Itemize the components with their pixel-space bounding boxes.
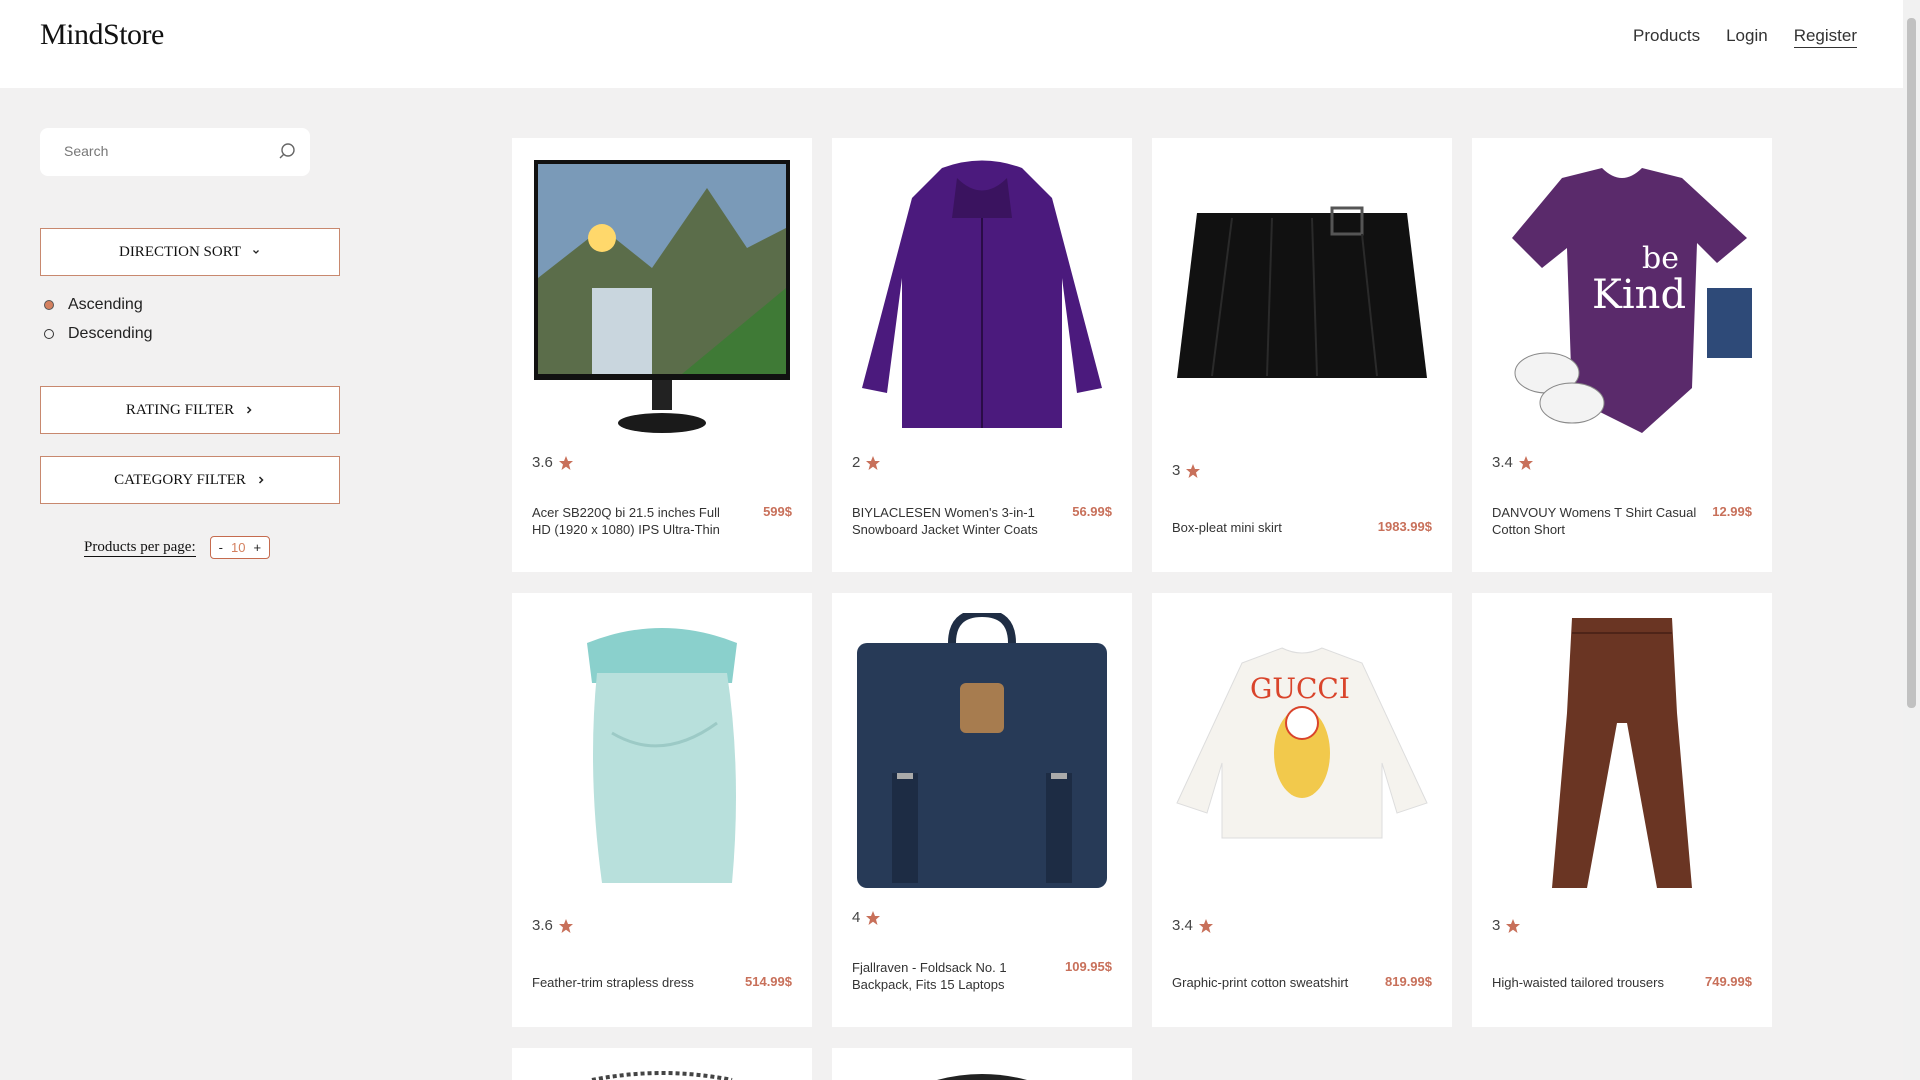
product-rating: 4	[852, 909, 881, 926]
svg-text:GUCCI: GUCCI	[1250, 672, 1350, 705]
product-rating: 3.6	[532, 917, 574, 934]
search-box	[40, 128, 310, 176]
header: MindStore Products Login Register	[0, 0, 1903, 88]
product-rating: 3.4	[1492, 454, 1534, 471]
chevron-right-icon	[258, 476, 264, 484]
store-logo[interactable]: MindStore	[40, 18, 164, 52]
product-rating: 2	[852, 454, 881, 471]
dress-product-image	[587, 628, 737, 883]
page-scrollbar[interactable]	[1903, 0, 1920, 1080]
product-card[interactable]	[512, 1048, 812, 1080]
product-card[interactable]: 4 Fjallraven - Foldsack No. 1 Backpack, …	[832, 593, 1132, 1027]
rating-value: 3	[1172, 462, 1181, 479]
jacket-product-image	[862, 160, 1102, 428]
main-nav: Products Login Register	[1633, 26, 1857, 48]
direction-sort-button[interactable]: DIRECTION SORT	[40, 228, 340, 276]
product-card[interactable]: 3 High-waisted tailored trousers 749.99$	[1472, 593, 1772, 1027]
backpack-product-image	[857, 613, 1107, 888]
nav-login-link[interactable]: Login	[1726, 26, 1768, 48]
product-name[interactable]: Feather-trim strapless dress	[532, 974, 737, 991]
star-icon	[1518, 455, 1533, 470]
rating-value: 2	[852, 454, 861, 471]
rating-value: 3.4	[1172, 917, 1193, 934]
svg-text:be: be	[1642, 241, 1679, 276]
chevron-right-icon	[247, 406, 252, 414]
direction-sort-label: DIRECTION SORT	[118, 243, 241, 260]
product-card[interactable]: 3.6 Feather-trim strapless dress 514.99$	[512, 593, 812, 1027]
nav-products-link[interactable]: Products	[1633, 26, 1700, 48]
product-name[interactable]: Acer SB220Q bi 21.5 inches Full HD (1920…	[532, 504, 737, 538]
product-name[interactable]: Box-pleat mini skirt	[1172, 519, 1377, 536]
product-rating: 3	[1172, 462, 1201, 479]
product-price: 12.99$	[1712, 504, 1752, 519]
per-page-decrement-button[interactable]: -	[219, 540, 223, 555]
product-price: 56.99$	[1072, 504, 1112, 519]
product-card[interactable]: 3 Box-pleat mini skirt 1983.99$	[1152, 138, 1452, 572]
product-price: 599$	[763, 504, 792, 519]
product-price: 1983.99$	[1377, 519, 1432, 534]
product-card[interactable]: 2 BIYLACLESEN Women's 3-in-1 Snowboard J…	[832, 138, 1132, 572]
search-input[interactable]	[62, 142, 266, 160]
sort-descending-option[interactable]: Descending	[44, 325, 153, 343]
sort-ascending-label: Ascending	[68, 296, 143, 313]
per-page-value: 10	[230, 540, 246, 555]
product-image-partial	[591, 1071, 733, 1080]
star-icon	[1186, 463, 1201, 478]
star-icon	[1506, 918, 1521, 933]
category-filter-button[interactable]: CATEGORY FILTER	[40, 456, 340, 504]
rating-value: 3.4	[1492, 454, 1513, 471]
search-icon[interactable]	[276, 141, 298, 163]
per-page-label: Products per page:	[84, 538, 196, 557]
scrollbar-thumb[interactable]	[1907, 18, 1916, 708]
product-card[interactable]: be Kind 3.4 DANVOUY Womens T Shirt Casua…	[1472, 138, 1772, 572]
sweatshirt-product-image: GUCCI	[1176, 647, 1428, 839]
per-page-stepper: - 10 +	[209, 536, 271, 559]
product-price: 109.95$	[1065, 959, 1112, 974]
sort-descending-label: Descending	[68, 325, 153, 342]
product-price: 749.99$	[1705, 974, 1752, 989]
product-card[interactable]	[832, 1048, 1132, 1080]
rating-value: 3.6	[532, 454, 553, 471]
products-per-page: Products per page: - 10 +	[84, 536, 271, 559]
nav-register-link[interactable]: Register	[1793, 26, 1857, 48]
rating-filter-label: RATING FILTER	[125, 401, 235, 418]
product-rating: 3	[1492, 917, 1521, 934]
tshirt-product-image: be Kind	[1512, 168, 1752, 433]
product-rating: 3.4	[1172, 917, 1214, 934]
product-price: 514.99$	[745, 974, 792, 989]
svg-text:Kind: Kind	[1592, 272, 1686, 318]
product-name[interactable]: BIYLACLESEN Women's 3-in-1 Snowboard Jac…	[852, 504, 1057, 538]
rating-filter-button[interactable]: RATING FILTER	[40, 386, 340, 434]
product-name[interactable]: Graphic-print cotton sweatshirt	[1172, 974, 1377, 991]
star-icon	[866, 455, 881, 470]
product-rating: 3.6	[532, 454, 574, 471]
product-name[interactable]: DANVOUY Womens T Shirt Casual Cotton Sho…	[1492, 504, 1697, 538]
star-icon	[558, 455, 573, 470]
trousers-product-image	[1552, 618, 1692, 888]
star-icon	[558, 918, 573, 933]
star-icon	[866, 910, 881, 925]
rating-value: 3	[1492, 917, 1501, 934]
star-icon	[1198, 918, 1213, 933]
product-name[interactable]: Fjallraven - Foldsack No. 1 Backpack, Fi…	[852, 959, 1057, 993]
product-image-partial	[937, 1074, 1027, 1080]
product-name[interactable]: High-waisted tailored trousers	[1492, 974, 1697, 991]
skirt-product-image	[1177, 206, 1427, 378]
rating-value: 3.6	[532, 917, 553, 934]
chevron-down-icon	[253, 250, 259, 254]
radio-ascending[interactable]	[44, 300, 54, 310]
product-card[interactable]: GUCCI 3.4 Graphic-print cotton sweatshir…	[1152, 593, 1452, 1027]
product-card[interactable]: 3.6 Acer SB220Q bi 21.5 inches Full HD (…	[512, 138, 812, 572]
product-price: 819.99$	[1385, 974, 1432, 989]
sort-ascending-option[interactable]: Ascending	[44, 296, 143, 314]
category-filter-label: CATEGORY FILTER	[114, 471, 246, 488]
per-page-increment-button[interactable]: +	[253, 540, 261, 555]
rating-value: 4	[852, 909, 861, 926]
monitor-product-image	[534, 160, 790, 433]
radio-descending[interactable]	[44, 329, 54, 339]
